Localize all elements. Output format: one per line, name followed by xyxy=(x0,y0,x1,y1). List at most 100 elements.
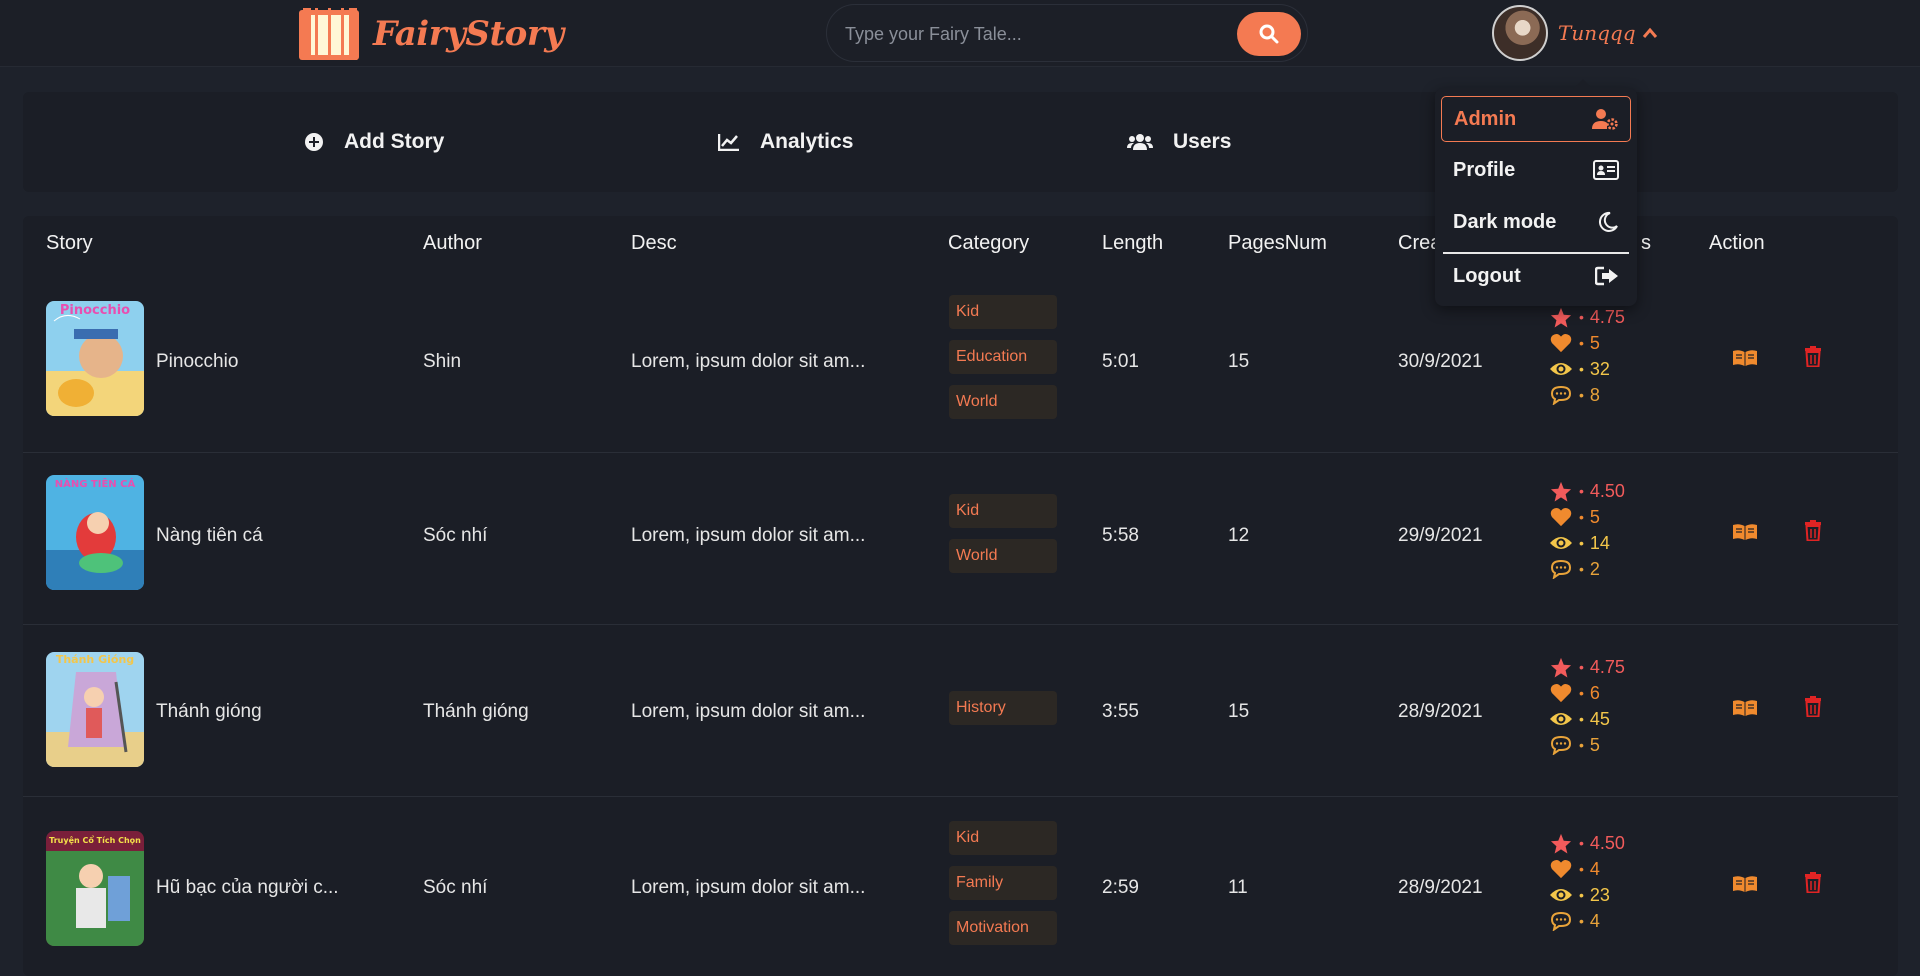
star-icon xyxy=(1550,657,1572,678)
rating-value: 4.75 xyxy=(1589,306,1625,327)
table-row: NÀNG TIÊN CÁ Nàng tiên cá Sóc nhí Lorem,… xyxy=(23,452,1898,625)
category-badge: World xyxy=(949,385,1057,419)
stat-views: • 45 xyxy=(1549,708,1610,730)
analytics-label: Analytics xyxy=(760,130,854,153)
category-badge: History xyxy=(949,691,1057,725)
stories-table: Story Author Desc Category Length PagesN… xyxy=(23,216,1898,976)
add-story-button[interactable]: Add Story xyxy=(304,92,444,192)
header-pagesnum: PagesNum xyxy=(1228,232,1327,254)
comment-icon xyxy=(1550,385,1572,405)
add-story-label: Add Story xyxy=(344,130,445,153)
story-author: Sóc nhí xyxy=(423,877,488,898)
story-length: 5:01 xyxy=(1102,351,1139,372)
search-bar xyxy=(826,4,1308,63)
table-row: Truyện Cổ Tích Chọn Hũ bạc của người c..… xyxy=(23,796,1898,976)
category-badge: Motivation xyxy=(949,911,1057,945)
story-title[interactable]: Thánh gióng xyxy=(156,701,262,723)
likes-value: 4 xyxy=(1589,858,1600,879)
read-book-icon[interactable] xyxy=(1732,875,1758,893)
story-title[interactable]: Pinocchio xyxy=(156,351,238,373)
story-title[interactable]: Nàng tiên cá xyxy=(156,525,263,547)
users-label: Users xyxy=(1173,130,1232,153)
header-story: Story xyxy=(46,232,93,254)
menu-item-profile[interactable]: Profile xyxy=(1441,147,1631,193)
eye-icon xyxy=(1550,713,1572,725)
header-author: Author xyxy=(423,232,482,254)
users-icon xyxy=(1127,134,1153,150)
comments-value: 2 xyxy=(1589,558,1600,579)
stat-comments: • 4 xyxy=(1549,910,1600,932)
comment-icon xyxy=(1550,911,1572,931)
category-badge: World xyxy=(949,539,1057,573)
stat-rating: • 4.50 xyxy=(1549,832,1625,854)
story-desc: Lorem, ipsum dolor sit am... xyxy=(631,525,866,546)
read-book-icon[interactable] xyxy=(1732,349,1758,367)
story-author: Shin xyxy=(423,351,462,372)
cover-title: Pinocchio xyxy=(60,303,130,318)
category-badge: Education xyxy=(949,340,1057,374)
search-button[interactable] xyxy=(1237,12,1301,56)
eye-icon xyxy=(1550,889,1572,901)
story-length: 3:55 xyxy=(1102,701,1139,722)
stat-likes: • 5 xyxy=(1549,506,1600,528)
avatar xyxy=(1492,5,1548,61)
menu-item-admin[interactable]: Admin xyxy=(1441,96,1631,142)
logo-text: FairyStory xyxy=(373,14,564,54)
views-value: 32 xyxy=(1589,358,1610,379)
stat-views: • 14 xyxy=(1549,532,1610,554)
header-action: Action xyxy=(1709,232,1765,254)
menu-item-label: Profile xyxy=(1453,158,1516,181)
comments-value: 8 xyxy=(1589,384,1600,405)
logo[interactable]: FairyStory xyxy=(299,6,564,62)
story-length: 5:58 xyxy=(1102,525,1139,546)
story-created: 28/9/2021 xyxy=(1398,701,1483,722)
header-category: Category xyxy=(948,232,1030,254)
comment-icon xyxy=(1550,735,1572,755)
stat-comments: • 5 xyxy=(1549,734,1600,756)
story-title[interactable]: Hũ bạc của người c... xyxy=(156,877,339,899)
views-value: 14 xyxy=(1589,532,1610,553)
story-cover[interactable]: Thánh Gióng xyxy=(46,652,144,767)
cover-title: NÀNG TIÊN CÁ xyxy=(55,477,136,490)
category-badge: Family xyxy=(949,866,1057,900)
trash-icon[interactable] xyxy=(1805,872,1821,893)
sign-out-icon xyxy=(1595,266,1618,286)
user-dropdown-menu: Admin Profile Dark mode Logout xyxy=(1435,79,1637,306)
user-menu-toggle[interactable]: Tunqqq xyxy=(1492,4,1658,62)
stat-likes: • 6 xyxy=(1549,682,1600,704)
cover-title: Truyện Cổ Tích Chọn xyxy=(49,834,141,845)
user-name: Tunqqq xyxy=(1558,21,1636,45)
stat-likes: • 5 xyxy=(1549,332,1600,354)
chevron-up-icon xyxy=(1642,27,1657,38)
trash-icon[interactable] xyxy=(1805,696,1821,717)
story-pages: 11 xyxy=(1228,877,1248,898)
views-value: 45 xyxy=(1589,708,1610,729)
trash-icon[interactable] xyxy=(1805,520,1821,541)
eye-icon xyxy=(1550,363,1572,375)
category-badge: Kid xyxy=(949,494,1057,528)
search-input[interactable] xyxy=(843,5,1227,63)
users-button[interactable]: Users xyxy=(1127,92,1231,192)
story-desc: Lorem, ipsum dolor sit am... xyxy=(631,351,866,372)
cover-title: Thánh Gióng xyxy=(56,653,134,666)
story-cover[interactable]: Truyện Cổ Tích Chọn xyxy=(46,831,144,946)
story-pages: 15 xyxy=(1228,351,1250,372)
analytics-button[interactable]: Analytics xyxy=(718,92,853,192)
story-desc: Lorem, ipsum dolor sit am... xyxy=(631,701,866,722)
id-card-icon xyxy=(1593,160,1619,180)
story-created: 30/9/2021 xyxy=(1398,351,1483,372)
story-created: 29/9/2021 xyxy=(1398,525,1483,546)
story-cover[interactable]: NÀNG TIÊN CÁ xyxy=(46,475,144,590)
menu-item-logout[interactable]: Logout xyxy=(1441,253,1631,299)
read-book-icon[interactable] xyxy=(1732,699,1758,717)
read-book-icon[interactable] xyxy=(1732,523,1758,541)
story-pages: 15 xyxy=(1228,701,1250,722)
heart-icon xyxy=(1550,859,1572,879)
likes-value: 5 xyxy=(1589,332,1600,353)
stat-rating: • 4.75 xyxy=(1549,306,1625,328)
story-cover[interactable]: Pinocchio xyxy=(46,301,144,416)
trash-icon[interactable] xyxy=(1805,346,1821,367)
category-badge: Kid xyxy=(949,821,1057,855)
menu-item-dark-mode[interactable]: Dark mode xyxy=(1441,199,1631,245)
story-desc: Lorem, ipsum dolor sit am... xyxy=(631,877,866,898)
